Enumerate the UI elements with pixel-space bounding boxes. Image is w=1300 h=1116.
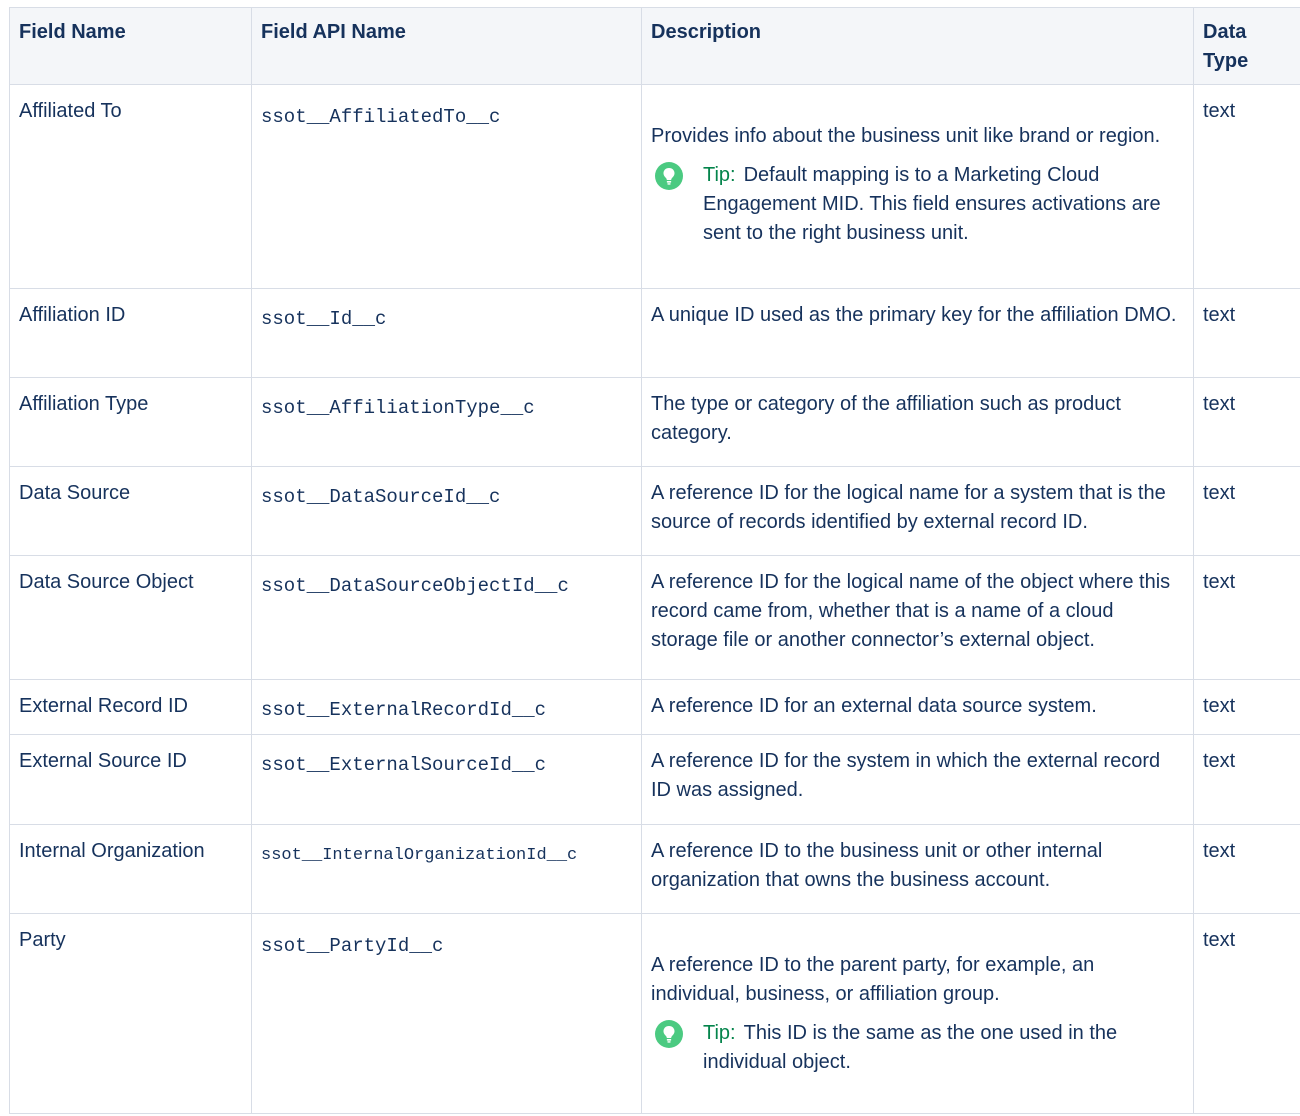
api-name-cell: ssot__DataSourceObjectId__c bbox=[251, 555, 642, 680]
table-header-row: Field Name Field API Name Description Da… bbox=[9, 7, 1300, 85]
table-row: Party ssot__PartyId__c A reference ID to… bbox=[9, 913, 1300, 1114]
lightbulb-icon bbox=[655, 1020, 683, 1048]
description-cell: A reference ID for the logical name of t… bbox=[641, 555, 1194, 680]
api-name-cell: ssot__AffiliatedTo__c bbox=[251, 84, 642, 289]
data-type-cell: text bbox=[1193, 824, 1300, 914]
table-row: External Record ID ssot__ExternalRecordI… bbox=[9, 679, 1300, 735]
data-type-cell: text bbox=[1193, 466, 1300, 556]
field-name-cell: Affiliation ID bbox=[9, 288, 252, 378]
data-type-cell: text bbox=[1193, 679, 1300, 735]
tip-label: Tip: bbox=[703, 1022, 736, 1044]
data-type-cell: text bbox=[1193, 377, 1300, 467]
description-cell: A reference ID to the business unit or o… bbox=[641, 824, 1194, 914]
description-cell: The type or category of the affiliation … bbox=[641, 377, 1194, 467]
lightbulb-icon bbox=[655, 162, 683, 190]
api-name-cell: ssot__AffiliationType__c bbox=[251, 377, 642, 467]
api-name-cell: ssot__Id__c bbox=[251, 288, 642, 378]
data-type-cell: text bbox=[1193, 84, 1300, 289]
field-name-cell: Data Source Object bbox=[9, 555, 252, 680]
data-type-cell: text bbox=[1193, 288, 1300, 378]
table-row: Internal Organization ssot__InternalOrga… bbox=[9, 824, 1300, 914]
description-text: A reference ID to the parent party, for … bbox=[651, 954, 1095, 1005]
field-name-cell: External Record ID bbox=[9, 679, 252, 735]
table-row: Affiliated To ssot__AffiliatedTo__c Prov… bbox=[9, 84, 1300, 289]
header-data-type: Data Type bbox=[1193, 7, 1300, 85]
table-row: Data Source ssot__DataSourceId__c A refe… bbox=[9, 466, 1300, 556]
field-name-cell: Internal Organization bbox=[9, 824, 252, 914]
table-row: Data Source Object ssot__DataSourceObjec… bbox=[9, 555, 1300, 680]
api-name-cell: ssot__DataSourceId__c bbox=[251, 466, 642, 556]
description-cell: A reference ID for an external data sour… bbox=[641, 679, 1194, 735]
table-row: External Source ID ssot__ExternalSourceI… bbox=[9, 734, 1300, 825]
tip-note: Tip: This ID is the same as the one used … bbox=[651, 1019, 1184, 1077]
tip-label: Tip: bbox=[703, 164, 736, 186]
api-name-cell: ssot__ExternalSourceId__c bbox=[251, 734, 642, 825]
description-cell: A reference ID for the logical name for … bbox=[641, 466, 1194, 556]
field-name-cell: Affiliated To bbox=[9, 84, 252, 289]
field-name-cell: Affiliation Type bbox=[9, 377, 252, 467]
header-field-name: Field Name bbox=[9, 7, 252, 85]
api-name-cell: ssot__ExternalRecordId__c bbox=[251, 679, 642, 735]
description-text: Provides info about the business unit li… bbox=[651, 125, 1161, 147]
description-cell: A reference ID to the parent party, for … bbox=[641, 913, 1194, 1114]
field-name-cell: Party bbox=[9, 913, 252, 1114]
field-reference-table: Field Name Field API Name Description Da… bbox=[9, 7, 1300, 1114]
data-type-cell: text bbox=[1193, 913, 1300, 1114]
tip-note: Tip: Default mapping is to a Marketing Cl… bbox=[651, 161, 1184, 248]
tip-text: This ID is the same as the one used in t… bbox=[703, 1022, 1118, 1073]
tip-text: Default mapping is to a Marketing Cloud … bbox=[703, 164, 1161, 244]
page: Field Name Field API Name Description Da… bbox=[0, 0, 1300, 1114]
api-name-cell: ssot__PartyId__c bbox=[251, 913, 642, 1114]
data-type-cell: text bbox=[1193, 555, 1300, 680]
header-description: Description bbox=[641, 7, 1194, 85]
table-row: Affiliation Type ssot__AffiliationType__… bbox=[9, 377, 1300, 467]
description-cell: A unique ID used as the primary key for … bbox=[641, 288, 1194, 378]
description-cell: A reference ID for the system in which t… bbox=[641, 734, 1194, 825]
table-row: Affiliation ID ssot__Id__c A unique ID u… bbox=[9, 288, 1300, 378]
data-type-cell: text bbox=[1193, 734, 1300, 825]
header-api-name: Field API Name bbox=[251, 7, 642, 85]
api-name-cell: ssot__InternalOrganizationId__c bbox=[251, 824, 642, 914]
description-cell: Provides info about the business unit li… bbox=[641, 84, 1194, 289]
field-name-cell: External Source ID bbox=[9, 734, 252, 825]
field-name-cell: Data Source bbox=[9, 466, 252, 556]
